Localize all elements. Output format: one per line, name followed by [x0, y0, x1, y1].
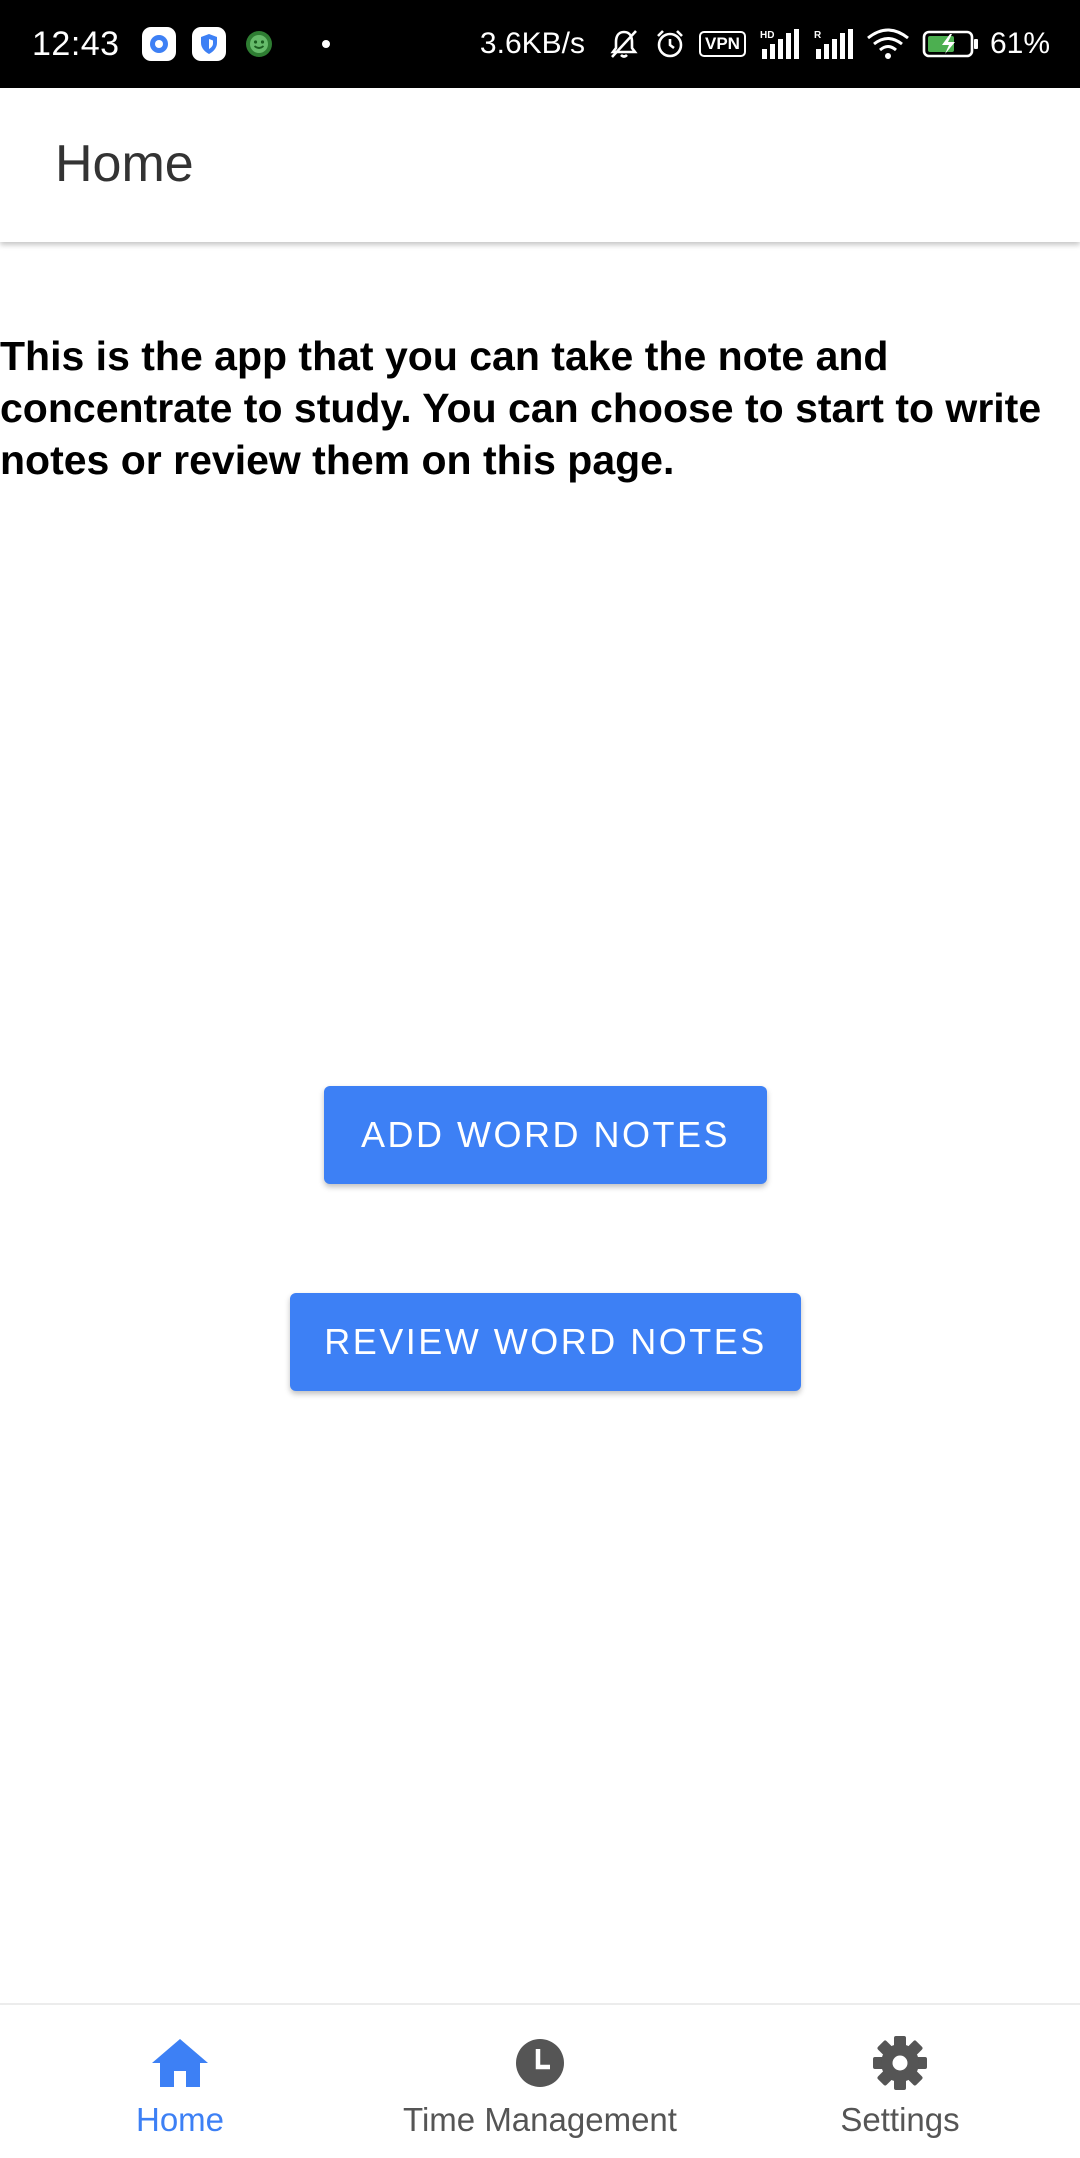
nav-label-time-management: Time Management [403, 2101, 677, 2138]
signal-icon: R [812, 27, 854, 61]
add-word-notes-button[interactable]: ADD WORD NOTES [324, 1086, 767, 1184]
battery-charging-icon [922, 27, 980, 61]
wifi-icon [866, 27, 910, 61]
nav-item-time-management[interactable]: Time Management [380, 2005, 700, 2158]
notification-dot [321, 40, 330, 48]
mute-bell-icon [607, 27, 641, 61]
bottom-navigation: Home Time Management Settings [0, 2003, 1080, 2158]
alarm-icon [653, 27, 687, 61]
gear-icon [872, 2035, 928, 2091]
status-bar: 12:43 3.6KB/s VPN HD R 61% [0, 0, 1080, 88]
shield-app-icon [191, 27, 226, 61]
vpn-icon: VPN [698, 31, 746, 57]
network-speed: 3.6KB/s [479, 27, 585, 60]
hd-signal-icon: HD [758, 27, 800, 61]
nav-item-settings[interactable]: Settings [800, 2005, 1000, 2158]
battery-percent: 61% [989, 27, 1050, 60]
nav-label-settings: Settings [840, 2101, 960, 2138]
clock-icon [514, 2035, 566, 2091]
status-time: 12:43 [32, 24, 120, 63]
nav-label-home: Home [135, 2101, 225, 2138]
review-word-notes-button[interactable]: REVIEW WORD NOTES [290, 1293, 801, 1391]
page-title: Home [55, 135, 194, 193]
green-app-icon [241, 27, 276, 61]
home-icon [150, 2035, 210, 2091]
intro-text: This is the app that you can take the no… [0, 333, 1042, 483]
app-bar: Home [0, 88, 1080, 242]
svg-text:R: R [814, 30, 822, 41]
nav-item-home[interactable]: Home [80, 2005, 280, 2158]
svg-text:HD: HD [760, 30, 774, 41]
settings-app-icon [141, 27, 176, 61]
vpn-label: VPN [698, 31, 746, 57]
